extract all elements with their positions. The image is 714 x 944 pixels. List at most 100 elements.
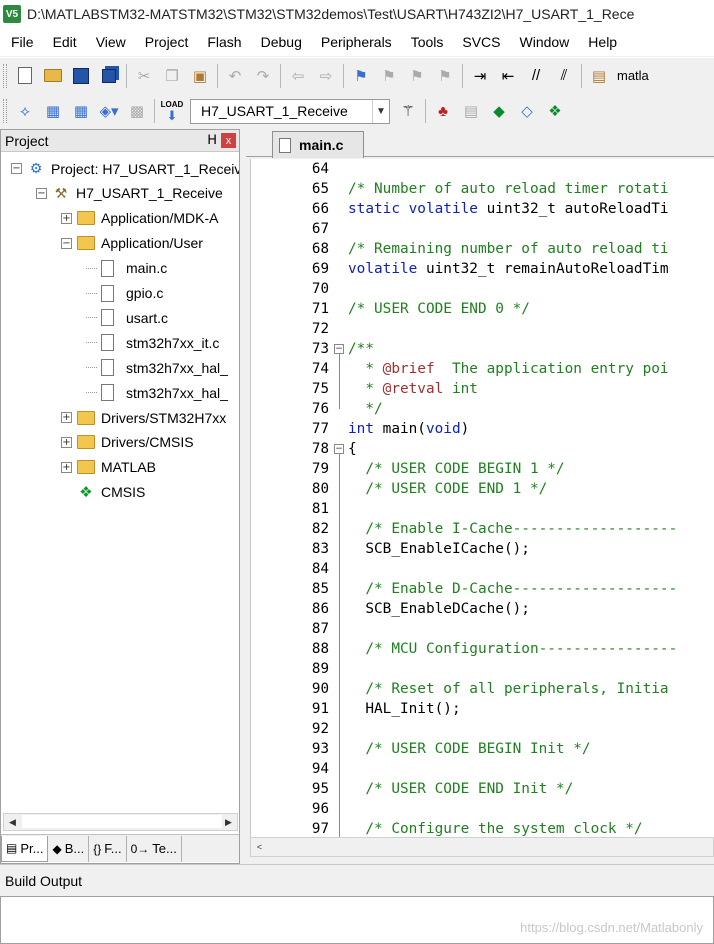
cut-button[interactable]: ✂ bbox=[131, 63, 157, 89]
prev-bookmark-button[interactable]: ⚑ bbox=[376, 63, 402, 89]
code-line[interactable]: 87 bbox=[251, 619, 714, 639]
menu-peripherals[interactable]: Peripherals bbox=[310, 28, 400, 56]
code-line[interactable]: 79 /* USER CODE BEGIN 1 */ bbox=[251, 459, 714, 479]
tree-item[interactable]: − ⚒ H7_USART_1_Receive bbox=[36, 181, 223, 206]
code-line[interactable]: 76 */ bbox=[251, 399, 714, 419]
tab-functions[interactable]: {} F... bbox=[89, 835, 127, 862]
close-icon[interactable]: x bbox=[221, 133, 236, 148]
code-line[interactable]: 88 /* MCU Configuration---------------- bbox=[251, 639, 714, 659]
code-line[interactable]: 85 /* Enable D-Cache------------------- bbox=[251, 579, 714, 599]
code-line[interactable]: 84 bbox=[251, 559, 714, 579]
target-options-button[interactable]: ⚚ bbox=[395, 98, 421, 124]
manage-run-time-environment-button[interactable]: ◆ bbox=[486, 98, 512, 124]
build-button[interactable]: ▦ bbox=[40, 98, 66, 124]
chevron-down-icon[interactable]: ▼ bbox=[372, 99, 389, 123]
rebuild-button[interactable]: ▦ bbox=[68, 98, 94, 124]
tree-item[interactable]: stm32h7xx_hal_ bbox=[86, 380, 228, 405]
menu-svcs[interactable]: SVCS bbox=[451, 28, 508, 56]
paste-button[interactable]: ▣ bbox=[187, 63, 213, 89]
code-line[interactable]: 95 /* USER CODE END Init */ bbox=[251, 779, 714, 799]
navigate-forward-button[interactable]: ⇨ bbox=[313, 63, 339, 89]
tab-books[interactable]: ◆ B... bbox=[48, 835, 90, 862]
undo-button[interactable]: ↶ bbox=[222, 63, 248, 89]
open-file-button[interactable] bbox=[40, 63, 66, 89]
tree-item[interactable]: stm32h7xx_it.c bbox=[86, 330, 219, 355]
code-line[interactable]: 93 /* USER CODE BEGIN Init */ bbox=[251, 739, 714, 759]
code-line[interactable]: 73−/** bbox=[251, 339, 714, 359]
code-line[interactable]: 80 /* USER CODE END 1 */ bbox=[251, 479, 714, 499]
save-button[interactable] bbox=[68, 63, 94, 89]
code-line[interactable]: 89 bbox=[251, 659, 714, 679]
expand-icon[interactable]: + bbox=[61, 436, 72, 448]
code-line[interactable]: 97 /* Configure the system clock */ bbox=[251, 819, 714, 839]
collapse-icon[interactable]: − bbox=[11, 163, 22, 174]
fold-toggle-icon[interactable]: − bbox=[334, 344, 344, 354]
uncomment-button[interactable]: ⫽ bbox=[551, 63, 577, 89]
download-button[interactable]: LOAD ⬇ bbox=[159, 98, 185, 124]
expand-icon[interactable]: + bbox=[61, 412, 72, 423]
code-line[interactable]: 64 bbox=[251, 159, 714, 179]
code-line[interactable]: 96 bbox=[251, 799, 714, 819]
menu-debug[interactable]: Debug bbox=[250, 28, 310, 56]
pin-icon[interactable]: ᕼ bbox=[207, 132, 217, 148]
unindent-button[interactable]: ⇤ bbox=[495, 63, 521, 89]
code-line[interactable]: 92 bbox=[251, 719, 714, 739]
scroll-right-icon[interactable]: ▶ bbox=[220, 814, 237, 830]
toolbar-grip[interactable] bbox=[3, 99, 7, 123]
project-horizontal-scrollbar[interactable]: ◀ ▶ bbox=[3, 813, 238, 831]
collapse-icon[interactable]: − bbox=[61, 237, 72, 249]
target-select[interactable]: H7_USART_1_Receive ▼ bbox=[190, 98, 390, 124]
code-line[interactable]: 66 static volatile uint32_t autoReloadTi bbox=[251, 199, 714, 219]
code-line[interactable]: 81 bbox=[251, 499, 714, 519]
next-bookmark-button[interactable]: ⚑ bbox=[404, 63, 430, 89]
tab-project[interactable]: ▤ Pr... bbox=[1, 835, 49, 862]
code-line[interactable]: 65 /* Number of auto reload timer rotati bbox=[251, 179, 714, 199]
tree-item[interactable]: stm32h7xx_hal_ bbox=[86, 355, 228, 380]
fold-toggle-icon[interactable]: − bbox=[334, 444, 344, 454]
new-file-button[interactable] bbox=[12, 63, 38, 89]
editor-horizontal-scrollbar[interactable]: < bbox=[250, 837, 714, 857]
code-line[interactable]: 69 volatile uint32_t remainAutoReloadTim bbox=[251, 259, 714, 279]
find-in-files-button[interactable]: ▤ bbox=[586, 63, 612, 89]
code-line[interactable]: 68 /* Remaining number of auto reload ti bbox=[251, 239, 714, 259]
tree-item[interactable]: + Application/MDK-A bbox=[61, 206, 219, 231]
menu-flash[interactable]: Flash bbox=[196, 28, 249, 56]
scroll-thumb[interactable] bbox=[22, 815, 222, 828]
navigate-back-button[interactable]: ⇦ bbox=[285, 63, 311, 89]
tree-item[interactable]: gpio.c bbox=[86, 281, 163, 306]
manage-project-items-button[interactable]: ♣ bbox=[430, 98, 456, 124]
redo-button[interactable]: ↷ bbox=[250, 63, 276, 89]
code-line[interactable]: 77 int main(void) bbox=[251, 419, 714, 439]
scroll-left-icon[interactable]: ◀ bbox=[4, 814, 21, 830]
indent-button[interactable]: ⇥ bbox=[467, 63, 493, 89]
code-line[interactable]: 78−{ bbox=[251, 439, 714, 459]
tree-item[interactable]: − Application/User bbox=[61, 231, 203, 256]
tab-templates[interactable]: 0→ Te... bbox=[127, 835, 182, 862]
menu-window[interactable]: Window bbox=[509, 28, 578, 56]
menu-help[interactable]: Help bbox=[577, 28, 625, 56]
pack-installer-button[interactable]: ❖ bbox=[542, 98, 568, 124]
menu-edit[interactable]: Edit bbox=[42, 28, 85, 56]
code-editor[interactable]: 64 65 /* Number of auto reload timer rotat… bbox=[250, 159, 714, 839]
tree-item[interactable]: − ⚙ Project: H7_USART_1_Receiv bbox=[11, 156, 239, 181]
tree-item[interactable]: + Drivers/STM32H7xx bbox=[61, 405, 226, 430]
comment-button[interactable]: // bbox=[523, 63, 549, 89]
stop-build-button[interactable]: ▩ bbox=[124, 98, 150, 124]
copy-button[interactable]: ❐ bbox=[159, 63, 185, 89]
code-line[interactable]: 83 SCB_EnableICache(); bbox=[251, 539, 714, 559]
tree-item[interactable]: + Drivers/CMSIS bbox=[61, 430, 194, 455]
build-output-pane[interactable]: https://blog.csdn.net/Matlabonly bbox=[0, 896, 714, 944]
tree-item[interactable]: ❖ CMSIS bbox=[61, 480, 145, 505]
menu-view[interactable]: View bbox=[85, 28, 134, 56]
code-line[interactable]: 86 SCB_EnableDCache(); bbox=[251, 599, 714, 619]
manage-multi-project-button[interactable]: ▤ bbox=[458, 98, 484, 124]
code-line[interactable]: 74 * @brief The application entry poi bbox=[251, 359, 714, 379]
menu-project[interactable]: Project bbox=[134, 28, 197, 56]
select-software-packs-button[interactable]: ◇ bbox=[514, 98, 540, 124]
batch-build-button[interactable]: ◈▾ bbox=[96, 98, 122, 124]
tab-main-c[interactable]: main.c bbox=[272, 131, 364, 158]
translate-button[interactable]: ⟡ bbox=[12, 98, 38, 124]
search-combo-text[interactable]: matla bbox=[617, 68, 649, 83]
code-line[interactable]: 67 bbox=[251, 219, 714, 239]
tree-item[interactable]: main.c bbox=[86, 256, 167, 281]
